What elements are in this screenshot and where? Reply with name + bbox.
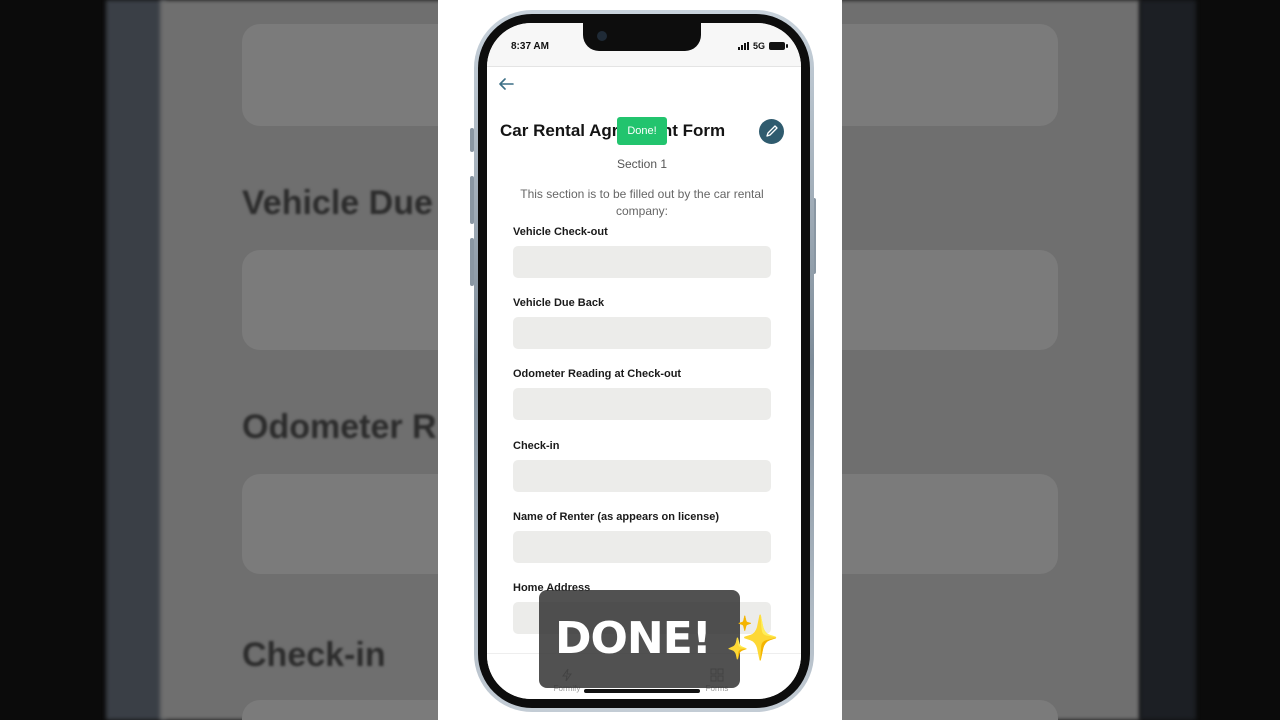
section-heading: Section 1 [616, 157, 668, 171]
field-label: Odometer Reading at Check-out [513, 368, 682, 380]
battery-icon [769, 42, 788, 50]
bg-label: Check-in [242, 636, 386, 674]
section-description: This section is to be filled out by the … [520, 187, 764, 218]
odometer-reading-input[interactable] [513, 388, 771, 420]
camera-icon [597, 31, 607, 41]
status-time: 8:37 AM [511, 41, 549, 52]
field-label: Check-in [513, 440, 560, 452]
vehicle-due-back-input[interactable] [513, 317, 771, 349]
field-label: Vehicle Due Back [513, 297, 605, 309]
done-tag: Done! [617, 117, 667, 145]
bg-phone-frame-right [1140, 0, 1196, 720]
network-label: 5G [752, 41, 765, 51]
bg-phone-frame-left [106, 0, 166, 720]
field-label: Vehicle Check-out [513, 226, 608, 238]
done-caption-overlay: DONE! ✨ [539, 590, 780, 688]
vehicle-check-out-input[interactable] [513, 246, 771, 278]
edit-button[interactable] [759, 119, 784, 144]
check-in-input[interactable] [513, 460, 771, 492]
page-title: Car Rental Agreement Form [500, 121, 726, 140]
pencil-icon [766, 125, 778, 137]
signal-icon [737, 42, 749, 50]
bg-label: Vehicle Due [242, 184, 433, 222]
field-label: Name of Renter (as appears on license) [513, 511, 720, 523]
back-arrow-icon[interactable] [497, 75, 521, 99]
home-indicator [584, 689, 700, 693]
done-caption: DONE! ✨ [555, 613, 780, 664]
status-icons: 5G [737, 41, 788, 51]
notch [583, 23, 701, 51]
status-bar: 8:37 AM 5G [487, 23, 801, 67]
bg-label: Odometer R [242, 408, 437, 446]
renter-name-input[interactable] [513, 531, 771, 563]
